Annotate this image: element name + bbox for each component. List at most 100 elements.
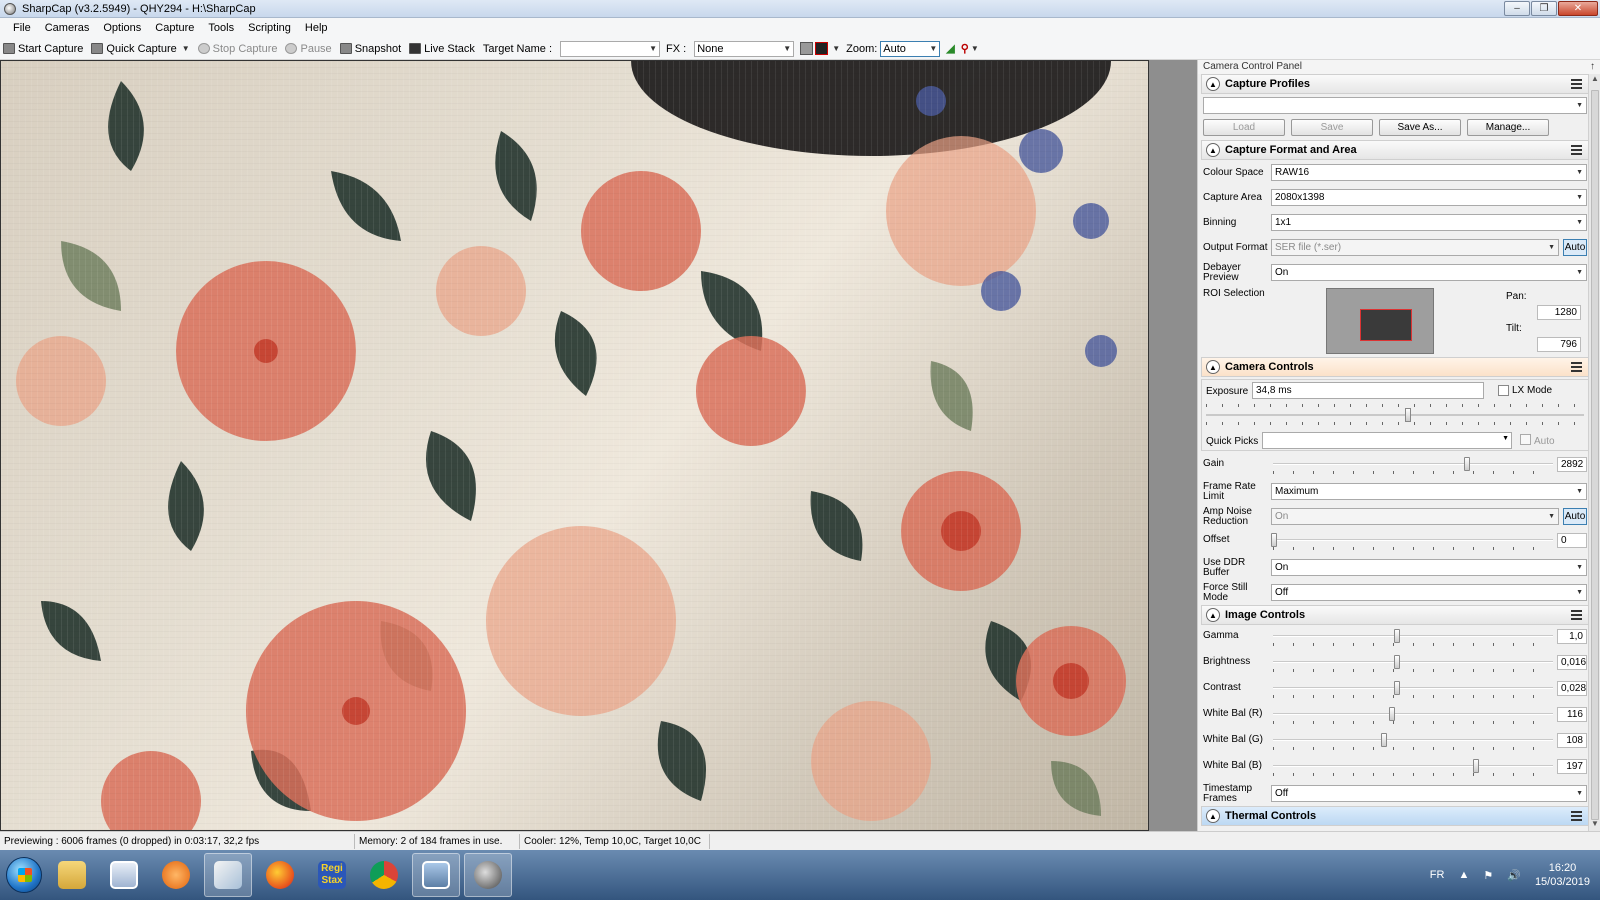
- scroll-thumb[interactable]: [1591, 90, 1599, 820]
- wb-g-value[interactable]: 108: [1557, 733, 1587, 748]
- histogram-icon[interactable]: ◢: [946, 42, 954, 55]
- taskbar-registax[interactable]: Regi Stax: [308, 853, 356, 897]
- ddr-select[interactable]: On ▼: [1271, 559, 1587, 576]
- gain-track[interactable]: [1273, 463, 1553, 465]
- panel-scrollbar[interactable]: ▲ ▼: [1588, 74, 1600, 831]
- language-indicator[interactable]: FR: [1430, 869, 1445, 881]
- taskbar-media-player[interactable]: [152, 853, 200, 897]
- binning-select[interactable]: 1x1 ▼: [1271, 214, 1587, 231]
- flag-icon[interactable]: ⚑: [1483, 869, 1493, 882]
- zoom-combo[interactable]: Auto ▼: [880, 40, 941, 57]
- pin-icon[interactable]: ↑: [1590, 61, 1595, 73]
- roi-rectangle[interactable]: [1360, 309, 1412, 341]
- wb-b-track[interactable]: [1273, 765, 1553, 767]
- taskbar-photos[interactable]: [412, 853, 460, 897]
- exposure-auto-checkbox[interactable]: [1520, 434, 1531, 445]
- show-hidden-icons-icon[interactable]: ▲: [1458, 869, 1469, 881]
- grey-square-icon[interactable]: [800, 42, 814, 55]
- save-as-profile-button[interactable]: Save As...: [1379, 118, 1461, 136]
- close-button[interactable]: ✕: [1558, 1, 1598, 16]
- contrast-value[interactable]: 0,028: [1557, 681, 1587, 696]
- taskbar-file-explorer[interactable]: [48, 853, 96, 897]
- menu-icon[interactable]: [1571, 362, 1582, 372]
- wb-g-slider-thumb[interactable]: [1381, 733, 1387, 747]
- wb-b-slider-thumb[interactable]: [1473, 759, 1479, 773]
- amp-noise-select[interactable]: On ▼: [1271, 508, 1559, 525]
- thermal-controls-header[interactable]: ▲ Thermal Controls: [1201, 806, 1589, 826]
- tilt-value[interactable]: 796: [1537, 337, 1581, 352]
- profile-select[interactable]: ▼: [1203, 96, 1587, 114]
- taskbar-firefox[interactable]: [256, 853, 304, 897]
- scroll-up-icon[interactable]: ▲: [1589, 74, 1600, 86]
- taskbar-sharpcap-alt[interactable]: [204, 853, 252, 897]
- start-button[interactable]: [6, 857, 42, 893]
- zoom-tool-icon[interactable]: ⚲: [961, 42, 969, 55]
- exposure-slider-thumb[interactable]: [1405, 408, 1411, 422]
- taskbar-image-viewer[interactable]: [100, 853, 148, 897]
- chevron-down-icon[interactable]: ▼: [182, 44, 190, 53]
- menu-capture[interactable]: Capture: [148, 22, 201, 34]
- offset-slider-thumb[interactable]: [1271, 533, 1277, 547]
- wb-b-value[interactable]: 197: [1557, 759, 1587, 774]
- exposure-value[interactable]: 34,8 ms: [1252, 382, 1484, 399]
- offset-value[interactable]: 0: [1557, 533, 1587, 548]
- snapshot-button[interactable]: Snapshot: [339, 43, 401, 55]
- camera-preview[interactable]: [0, 60, 1149, 831]
- minimize-button[interactable]: –: [1504, 1, 1530, 16]
- menu-icon[interactable]: [1571, 811, 1582, 821]
- output-format-auto-button[interactable]: Auto: [1563, 239, 1587, 256]
- quick-capture-button[interactable]: Quick Capture ▼: [91, 43, 190, 55]
- pause-button[interactable]: Pause: [285, 43, 332, 55]
- menu-options[interactable]: Options: [96, 22, 148, 34]
- menu-cameras[interactable]: Cameras: [38, 22, 97, 34]
- camera-controls-header[interactable]: ▲ Camera Controls: [1201, 357, 1589, 377]
- menu-help[interactable]: Help: [298, 22, 335, 34]
- reticle-icon[interactable]: [815, 42, 829, 55]
- wb-r-track[interactable]: [1273, 713, 1553, 715]
- gamma-track[interactable]: [1273, 635, 1553, 637]
- stop-capture-button[interactable]: Stop Capture: [197, 43, 277, 55]
- live-stack-button[interactable]: Live Stack: [409, 43, 475, 55]
- wb-r-slider-thumb[interactable]: [1389, 707, 1395, 721]
- chevron-down-icon[interactable]: ▼: [971, 44, 979, 53]
- contrast-slider-thumb[interactable]: [1394, 681, 1400, 695]
- scroll-down-icon[interactable]: ▼: [1589, 819, 1600, 831]
- manage-profiles-button[interactable]: Manage...: [1467, 118, 1549, 136]
- save-profile-button[interactable]: Save: [1291, 118, 1373, 136]
- volume-icon[interactable]: 🔊: [1507, 869, 1521, 882]
- menu-icon[interactable]: [1571, 145, 1582, 155]
- collapse-icon[interactable]: ▲: [1206, 360, 1220, 374]
- collapse-icon[interactable]: ▲: [1206, 143, 1220, 157]
- brightness-slider-thumb[interactable]: [1394, 655, 1400, 669]
- colour-space-select[interactable]: RAW16 ▼: [1271, 164, 1587, 181]
- capture-area-select[interactable]: 2080x1398 ▼: [1271, 189, 1587, 206]
- collapse-icon[interactable]: ▲: [1206, 608, 1220, 622]
- gain-slider-thumb[interactable]: [1464, 457, 1470, 471]
- contrast-track[interactable]: [1273, 687, 1553, 689]
- capture-format-header[interactable]: ▲ Capture Format and Area: [1201, 140, 1589, 160]
- start-capture-button[interactable]: Start Capture: [3, 43, 83, 55]
- debayer-select[interactable]: On ▼: [1271, 264, 1587, 281]
- capture-profiles-header[interactable]: ▲ Capture Profiles: [1201, 74, 1589, 94]
- chevron-down-icon[interactable]: ▼: [832, 44, 840, 53]
- output-format-select[interactable]: SER file (*.ser) ▼: [1271, 239, 1559, 256]
- brightness-value[interactable]: 0,016: [1557, 655, 1587, 670]
- quick-picks-select[interactable]: ▼: [1262, 432, 1512, 449]
- brightness-track[interactable]: [1273, 661, 1553, 663]
- wb-r-value[interactable]: 116: [1557, 707, 1587, 722]
- timestamp-select[interactable]: Off ▼: [1271, 785, 1587, 802]
- menu-file[interactable]: File: [6, 22, 38, 34]
- lx-mode-checkbox[interactable]: [1498, 385, 1509, 396]
- target-name-combo[interactable]: ▼: [560, 40, 661, 57]
- restore-button[interactable]: ❐: [1531, 1, 1557, 16]
- clock[interactable]: 16:20 15/03/2019: [1535, 861, 1590, 889]
- wb-g-track[interactable]: [1273, 739, 1553, 741]
- menu-icon[interactable]: [1571, 610, 1582, 620]
- taskbar-sharpcap[interactable]: [464, 853, 512, 897]
- gamma-slider-thumb[interactable]: [1394, 629, 1400, 643]
- menu-icon[interactable]: [1571, 79, 1582, 89]
- taskbar-chrome[interactable]: [360, 853, 408, 897]
- menu-scripting[interactable]: Scripting: [241, 22, 298, 34]
- gain-value[interactable]: 2892: [1557, 457, 1587, 472]
- collapse-icon[interactable]: ▲: [1206, 77, 1220, 91]
